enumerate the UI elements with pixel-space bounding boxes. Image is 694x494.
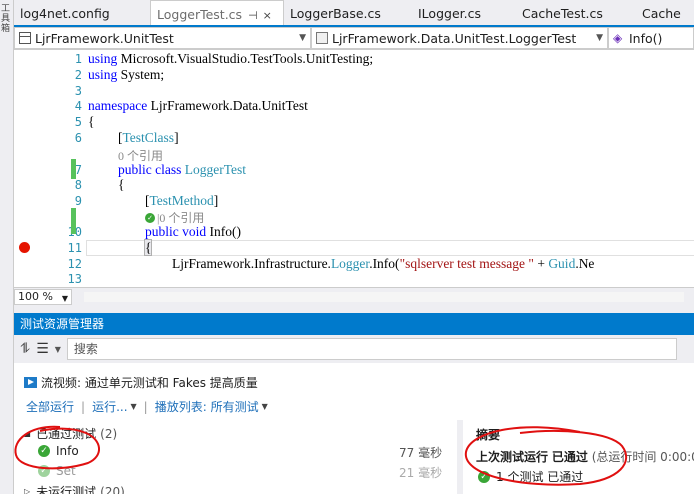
tab-loggertest[interactable]: LoggerTest.cs ⊣ × <box>150 0 284 25</box>
last-run-line: 上次测试运行 已通过 (总运行时间 0:00:0 <box>476 450 694 464</box>
code-line-12: LjrFramework.Infrastructure.Logger.Info(… <box>172 256 595 271</box>
line-number: 13 <box>67 272 82 286</box>
member-dropdown[interactable]: ◈ Info() <box>608 27 694 49</box>
toolbox-strip[interactable]: 工具箱 <box>0 0 14 494</box>
navigation-bar: LjrFramework.UnitTest ▼ LjrFramework.Dat… <box>14 27 694 50</box>
line-number: 11 <box>67 241 82 255</box>
toolbox-label: 工具箱 <box>1 4 11 34</box>
breakpoint-icon[interactable] <box>19 242 30 253</box>
chevron-down-icon: ▼ <box>299 33 306 43</box>
change-indicator <box>71 208 76 234</box>
group-by-icon[interactable]: ⥮ <box>20 341 30 357</box>
test-summary-pane: 摘要 上次测试运行 已通过 (总运行时间 0:00:0 ✓ 1 个测试 已通过 <box>466 420 694 494</box>
test-explorer-toolbar: ⥮ ☰ ▼ 搜索 <box>14 335 694 363</box>
passed-tests-group[interactable]: ◢ 已通过测试 (2) <box>24 425 117 442</box>
tab-log4net-config[interactable]: log4net.config <box>14 0 150 25</box>
code-line-4: namespace LjrFramework.Data.UnitTest <box>88 98 308 113</box>
class-icon <box>316 32 328 44</box>
line-number: 2 <box>74 68 82 82</box>
line-number: 1 <box>74 52 82 66</box>
test-passed-icon: ✓ <box>38 465 50 477</box>
promo-video-link[interactable]: 流视频: 通过单元测试和 Fakes 提高质量 <box>24 374 258 391</box>
summary-result-link[interactable]: ✓ 1 个测试 已通过 <box>478 468 583 485</box>
code-line-8: { <box>118 177 125 192</box>
tab-cache[interactable]: Cache <box>636 0 694 25</box>
test-duration: 77 毫秒 <box>399 446 443 460</box>
run-dropdown[interactable]: 运行... <box>92 398 127 415</box>
line-number: 12 <box>67 257 82 271</box>
test-explorer-body: 流视频: 通过单元测试和 Fakes 提高质量 全部运行 | 运行... ▼ | … <box>14 363 694 494</box>
test-item-set[interactable]: ✓ Set <box>38 464 76 478</box>
breakpoint-margin[interactable] <box>14 50 32 287</box>
code-line-6: [TestClass] <box>118 130 179 145</box>
test-passed-icon: ✓ <box>478 470 490 483</box>
code-line-9: [TestMethod] <box>145 193 219 208</box>
test-passed-icon: ✓ <box>38 445 50 457</box>
chevron-down-icon[interactable]: ▼ <box>262 402 268 411</box>
chevron-down-icon[interactable]: ▼ <box>131 402 137 411</box>
chevron-down-icon: ▼ <box>61 293 68 303</box>
change-indicator <box>71 159 76 179</box>
line-number: 9 <box>74 194 82 208</box>
tab-loggerbase[interactable]: LoggerBase.cs <box>284 0 412 25</box>
pane-splitter[interactable] <box>457 420 463 494</box>
test-passed-icon: ✓ <box>145 212 155 223</box>
line-number: 8 <box>74 178 82 192</box>
video-icon <box>24 377 37 388</box>
test-duration: 21 毫秒 <box>399 466 443 480</box>
code-line-2: using System; <box>88 67 165 82</box>
line-number: 5 <box>74 115 82 129</box>
code-line-10: public void Info() <box>145 224 241 239</box>
code-line-7: public class LoggerTest <box>118 162 247 177</box>
project-dropdown[interactable]: LjrFramework.UnitTest ▼ <box>14 27 311 49</box>
run-all-link[interactable]: 全部运行 <box>26 398 74 415</box>
line-number: 6 <box>74 131 82 145</box>
method-icon: ◈ <box>613 31 623 45</box>
test-explorer-title: 测试资源管理器 <box>14 313 694 335</box>
playlist-icon[interactable]: ☰ <box>36 341 49 357</box>
code-line-11: { <box>143 239 153 256</box>
summary-heading: 摘要 <box>476 428 501 442</box>
test-search-input[interactable]: 搜索 <box>66 338 677 360</box>
not-run-tests-group[interactable]: ▷ 未运行测试 (20) <box>24 483 125 494</box>
panel-splitter[interactable] <box>14 305 694 313</box>
project-icon <box>19 32 31 44</box>
separator: | <box>143 399 148 414</box>
chevron-down-icon: ▼ <box>596 33 603 43</box>
line-number: 4 <box>74 99 82 113</box>
horizontal-scrollbar[interactable] <box>84 291 684 302</box>
tab-ilogger[interactable]: ILogger.cs <box>412 0 516 25</box>
test-actions-bar: 全部运行 | 运行... ▼ | 播放列表: 所有测试 ▼ <box>26 398 268 415</box>
pin-icon[interactable]: ⊣ <box>248 9 258 22</box>
chevron-down-icon[interactable]: ▼ <box>55 345 61 354</box>
separator: | <box>81 399 86 414</box>
code-editor[interactable]: 1 2 3 4 5 6 7 8 9 10 11 12 13 using Micr… <box>14 50 694 287</box>
document-tab-bar: log4net.config LoggerTest.cs ⊣ × LoggerBas… <box>14 0 694 27</box>
line-number: 3 <box>74 84 82 98</box>
tab-cachetest[interactable]: CacheTest.cs <box>516 0 636 25</box>
editor-status-bar: 100 % ▼ <box>14 287 694 305</box>
type-dropdown[interactable]: LjrFramework.Data.UnitTest.LoggerTest ▼ <box>311 27 608 49</box>
code-line-1: using Microsoft.VisualStudio.TestTools.U… <box>88 51 374 66</box>
collapse-triangle-icon[interactable]: ◢ <box>24 429 30 438</box>
current-line-highlight <box>86 240 694 256</box>
expand-triangle-icon[interactable]: ▷ <box>24 487 30 494</box>
test-item-info[interactable]: ✓ Info <box>38 444 79 458</box>
playlist-dropdown[interactable]: 播放列表: 所有测试 <box>155 398 259 415</box>
code-line-5: { <box>88 114 95 129</box>
zoom-dropdown[interactable]: 100 % ▼ <box>14 288 72 305</box>
close-icon[interactable]: × <box>263 9 272 22</box>
